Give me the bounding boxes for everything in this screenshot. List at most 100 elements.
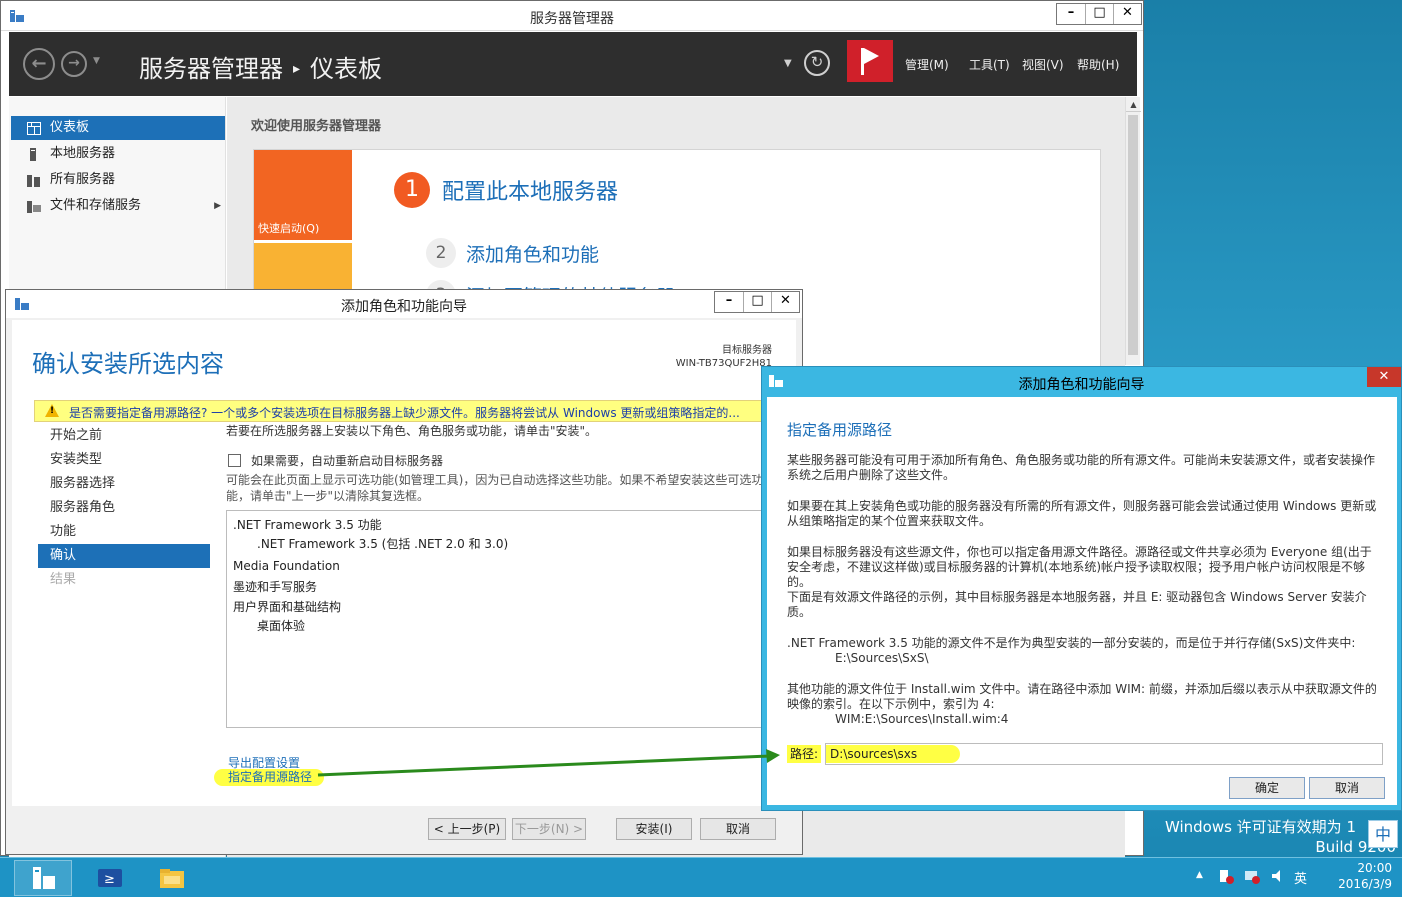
- show-hidden-icons-icon[interactable]: ▲: [1196, 870, 1203, 880]
- scroll-up-icon[interactable]: ▲: [1126, 97, 1141, 112]
- dialog-close-button[interactable]: ✕: [1367, 367, 1401, 387]
- optional-features-note: 可能会在此页面上显示可选功能(如管理工具)，因为已自动选择这些功能。如果不希望安…: [226, 473, 764, 503]
- dialog-cancel-button[interactable]: 取消: [1309, 777, 1385, 799]
- back-arrow-icon[interactable]: ←: [23, 48, 55, 80]
- wizard-titlebar: 添加角色和功能向导 – □ ✕: [6, 290, 802, 318]
- dialog-paragraph: 如果要在其上安装角色或功能的服务器没有所需的所有源文件，则服务器可能会尝试通过使…: [787, 499, 1377, 528]
- window-controls: – □ ✕: [1056, 3, 1142, 25]
- wizard-step-confirmation[interactable]: 确认: [38, 544, 210, 568]
- quick-start-label: 快速启动(Q): [258, 222, 320, 235]
- step-add-roles[interactable]: 2 添加角色和功能: [426, 238, 599, 268]
- selected-features-list[interactable]: .NET Framework 3.5 功能 .NET Framework 3.5…: [226, 510, 762, 728]
- dashboard-icon: [27, 122, 41, 135]
- file-storage-icon: [27, 201, 41, 213]
- local-server-icon: [30, 148, 36, 161]
- step-number: 1: [394, 172, 430, 208]
- dialog-paragraph: 其他功能的源文件位于 Install.wim 文件中。请在路径中添加 WIM: …: [787, 682, 1377, 711]
- action-center-icon[interactable]: [1218, 868, 1234, 884]
- wizard-button-bar: < 上一步(P) 下一步(N) > 安装(I) 取消: [12, 806, 796, 850]
- vertical-scrollbar[interactable]: ▲: [1125, 97, 1141, 365]
- wizard-step-installation-type[interactable]: 安装类型: [38, 448, 210, 472]
- dialog-paragraph: 下面是有效源文件路径的示例，其中目标服务器是本地服务器，并且 E: 驱动器包含 …: [787, 590, 1367, 619]
- all-servers-icon: [27, 175, 40, 187]
- list-item: 桌面体验: [257, 619, 306, 633]
- sidebar-item-all-servers[interactable]: 所有服务器: [11, 168, 225, 192]
- wizard-step-before-you-begin[interactable]: 开始之前: [38, 424, 210, 448]
- wizard-step-results: 结果: [50, 572, 77, 587]
- volume-icon[interactable]: [1270, 868, 1286, 884]
- restart-checkbox-row[interactable]: 如果需要，自动重新启动目标服务器: [228, 452, 443, 469]
- missing-source-warning[interactable]: ! 是否需要指定备用源路径? 一个或多个安装选项在目标服务器上缺少源文件。服务器…: [34, 400, 764, 422]
- sidebar-item-label: 本地服务器: [50, 146, 116, 161]
- file-explorer-icon: [160, 869, 184, 888]
- sidebar-item-local-server[interactable]: 本地服务器: [11, 142, 225, 166]
- step-configure-local-server[interactable]: 1 配置此本地服务器: [394, 172, 618, 208]
- breadcrumb-root[interactable]: 服务器管理器: [139, 55, 283, 83]
- menu-manage[interactable]: 管理(M): [905, 56, 949, 73]
- path-input-value: D:\sources\sxs: [826, 745, 961, 763]
- cancel-button[interactable]: 取消: [700, 818, 776, 840]
- maximize-button[interactable]: □: [743, 292, 771, 312]
- server-manager-header: ← → ▼ 服务器管理器 ▸ 仪表板 ▼ ↻ 管理(M) 工具(T) 视图(V) 帮…: [9, 32, 1137, 96]
- clock-time: 20:00: [1357, 861, 1392, 875]
- minimize-button[interactable]: –: [715, 292, 743, 312]
- path-input[interactable]: D:\sources\sxs: [825, 743, 1384, 765]
- breadcrumb-current: 仪表板: [310, 55, 383, 83]
- notifications-flag-icon[interactable]: [847, 40, 893, 82]
- wim-path-example: WIM:E:\Sources\Install.wim:4: [835, 712, 1009, 726]
- quick-start-tile[interactable]: 快速启动(Q): [254, 150, 352, 240]
- dialog-heading: 指定备用源路径: [787, 421, 893, 439]
- menu-tools[interactable]: 工具(T): [969, 56, 1010, 73]
- wizard-step-server-selection[interactable]: 服务器选择: [38, 472, 210, 496]
- alt-source-dialog: 添加角色和功能向导 ✕ 指定备用源路径 某些服务器可能没有可用于添加所有角色、角…: [761, 366, 1402, 811]
- list-item: Media Foundation: [233, 559, 340, 573]
- input-language-indicator[interactable]: 英: [1294, 868, 1307, 887]
- server-manager-titlebar: 服务器管理器 – □ ✕: [1, 1, 1143, 31]
- license-watermark: Windows 许可证有效期为 1: [1164, 818, 1356, 836]
- close-button[interactable]: ✕: [771, 292, 799, 312]
- refresh-icon[interactable]: ↻: [804, 50, 830, 76]
- previous-button[interactable]: < 上一步(P): [428, 818, 506, 840]
- history-dropdown-icon[interactable]: ▼: [93, 56, 100, 66]
- sidebar-item-file-storage[interactable]: 文件和存储服务 ▶: [11, 194, 225, 218]
- target-server-name: WIN-TB73QUF2H81: [675, 358, 772, 369]
- network-icon[interactable]: [1244, 868, 1260, 884]
- header-dropdown-icon[interactable]: ▼: [784, 58, 792, 69]
- step-label: 添加角色和功能: [466, 243, 600, 266]
- minimize-button[interactable]: –: [1057, 4, 1085, 24]
- list-item: 用户界面和基础结构: [233, 600, 342, 614]
- close-button[interactable]: ✕: [1113, 4, 1141, 24]
- restart-checkbox-label: 如果需要，自动重新启动目标服务器: [251, 454, 444, 468]
- menu-view[interactable]: 视图(V): [1022, 56, 1064, 73]
- menu-help[interactable]: 帮助(H): [1077, 56, 1119, 73]
- confirmation-intro: 若要在所选服务器上安装以下角色、角色服务或功能，请单击"安装"。: [226, 424, 598, 438]
- wizard-step-server-roles[interactable]: 服务器角色: [38, 496, 210, 520]
- sidebar-item-label: 仪表板: [50, 120, 90, 135]
- clock-date: 2016/3/9: [1338, 877, 1392, 891]
- install-button[interactable]: 安装(I): [616, 818, 692, 840]
- expand-arrow-icon[interactable]: ▶: [214, 194, 221, 218]
- taskbar-server-manager[interactable]: [14, 860, 72, 896]
- sxs-path-example: E:\Sources\SxS\: [835, 651, 929, 665]
- taskbar-powershell[interactable]: ≥: [80, 860, 138, 896]
- sidebar-item-label: 所有服务器: [50, 172, 116, 187]
- ok-button[interactable]: 确定: [1229, 777, 1305, 799]
- specify-alt-source-link[interactable]: 指定备用源路径: [214, 769, 325, 786]
- target-server-label: 目标服务器: [722, 345, 772, 356]
- restart-checkbox[interactable]: [228, 454, 241, 467]
- wizard-window-controls: – □ ✕: [714, 291, 800, 313]
- clock[interactable]: 20:00 2016/3/9: [1338, 860, 1392, 892]
- wizard-title: 添加角色和功能向导: [341, 299, 467, 315]
- ime-indicator[interactable]: 中: [1368, 820, 1398, 848]
- maximize-button[interactable]: □: [1085, 4, 1113, 24]
- taskbar-file-explorer[interactable]: [142, 860, 200, 896]
- dialog-paragraph: .NET Framework 3.5 功能的源文件不是作为典型安装的一部分安装的…: [787, 636, 1356, 650]
- warning-icon: !: [45, 404, 59, 417]
- wizard-step-features[interactable]: 功能: [38, 520, 210, 544]
- sidebar-item-dashboard[interactable]: 仪表板: [11, 116, 225, 140]
- wizard-page-heading: 确认安装所选内容: [32, 350, 224, 378]
- scroll-thumb[interactable]: [1128, 115, 1138, 355]
- wizard-body: 确认安装所选内容 目标服务器 WIN-TB73QUF2H81 ! 是否需要指定备…: [12, 320, 796, 850]
- forward-arrow-icon[interactable]: →: [61, 51, 87, 77]
- window-title: 服务器管理器: [530, 11, 614, 27]
